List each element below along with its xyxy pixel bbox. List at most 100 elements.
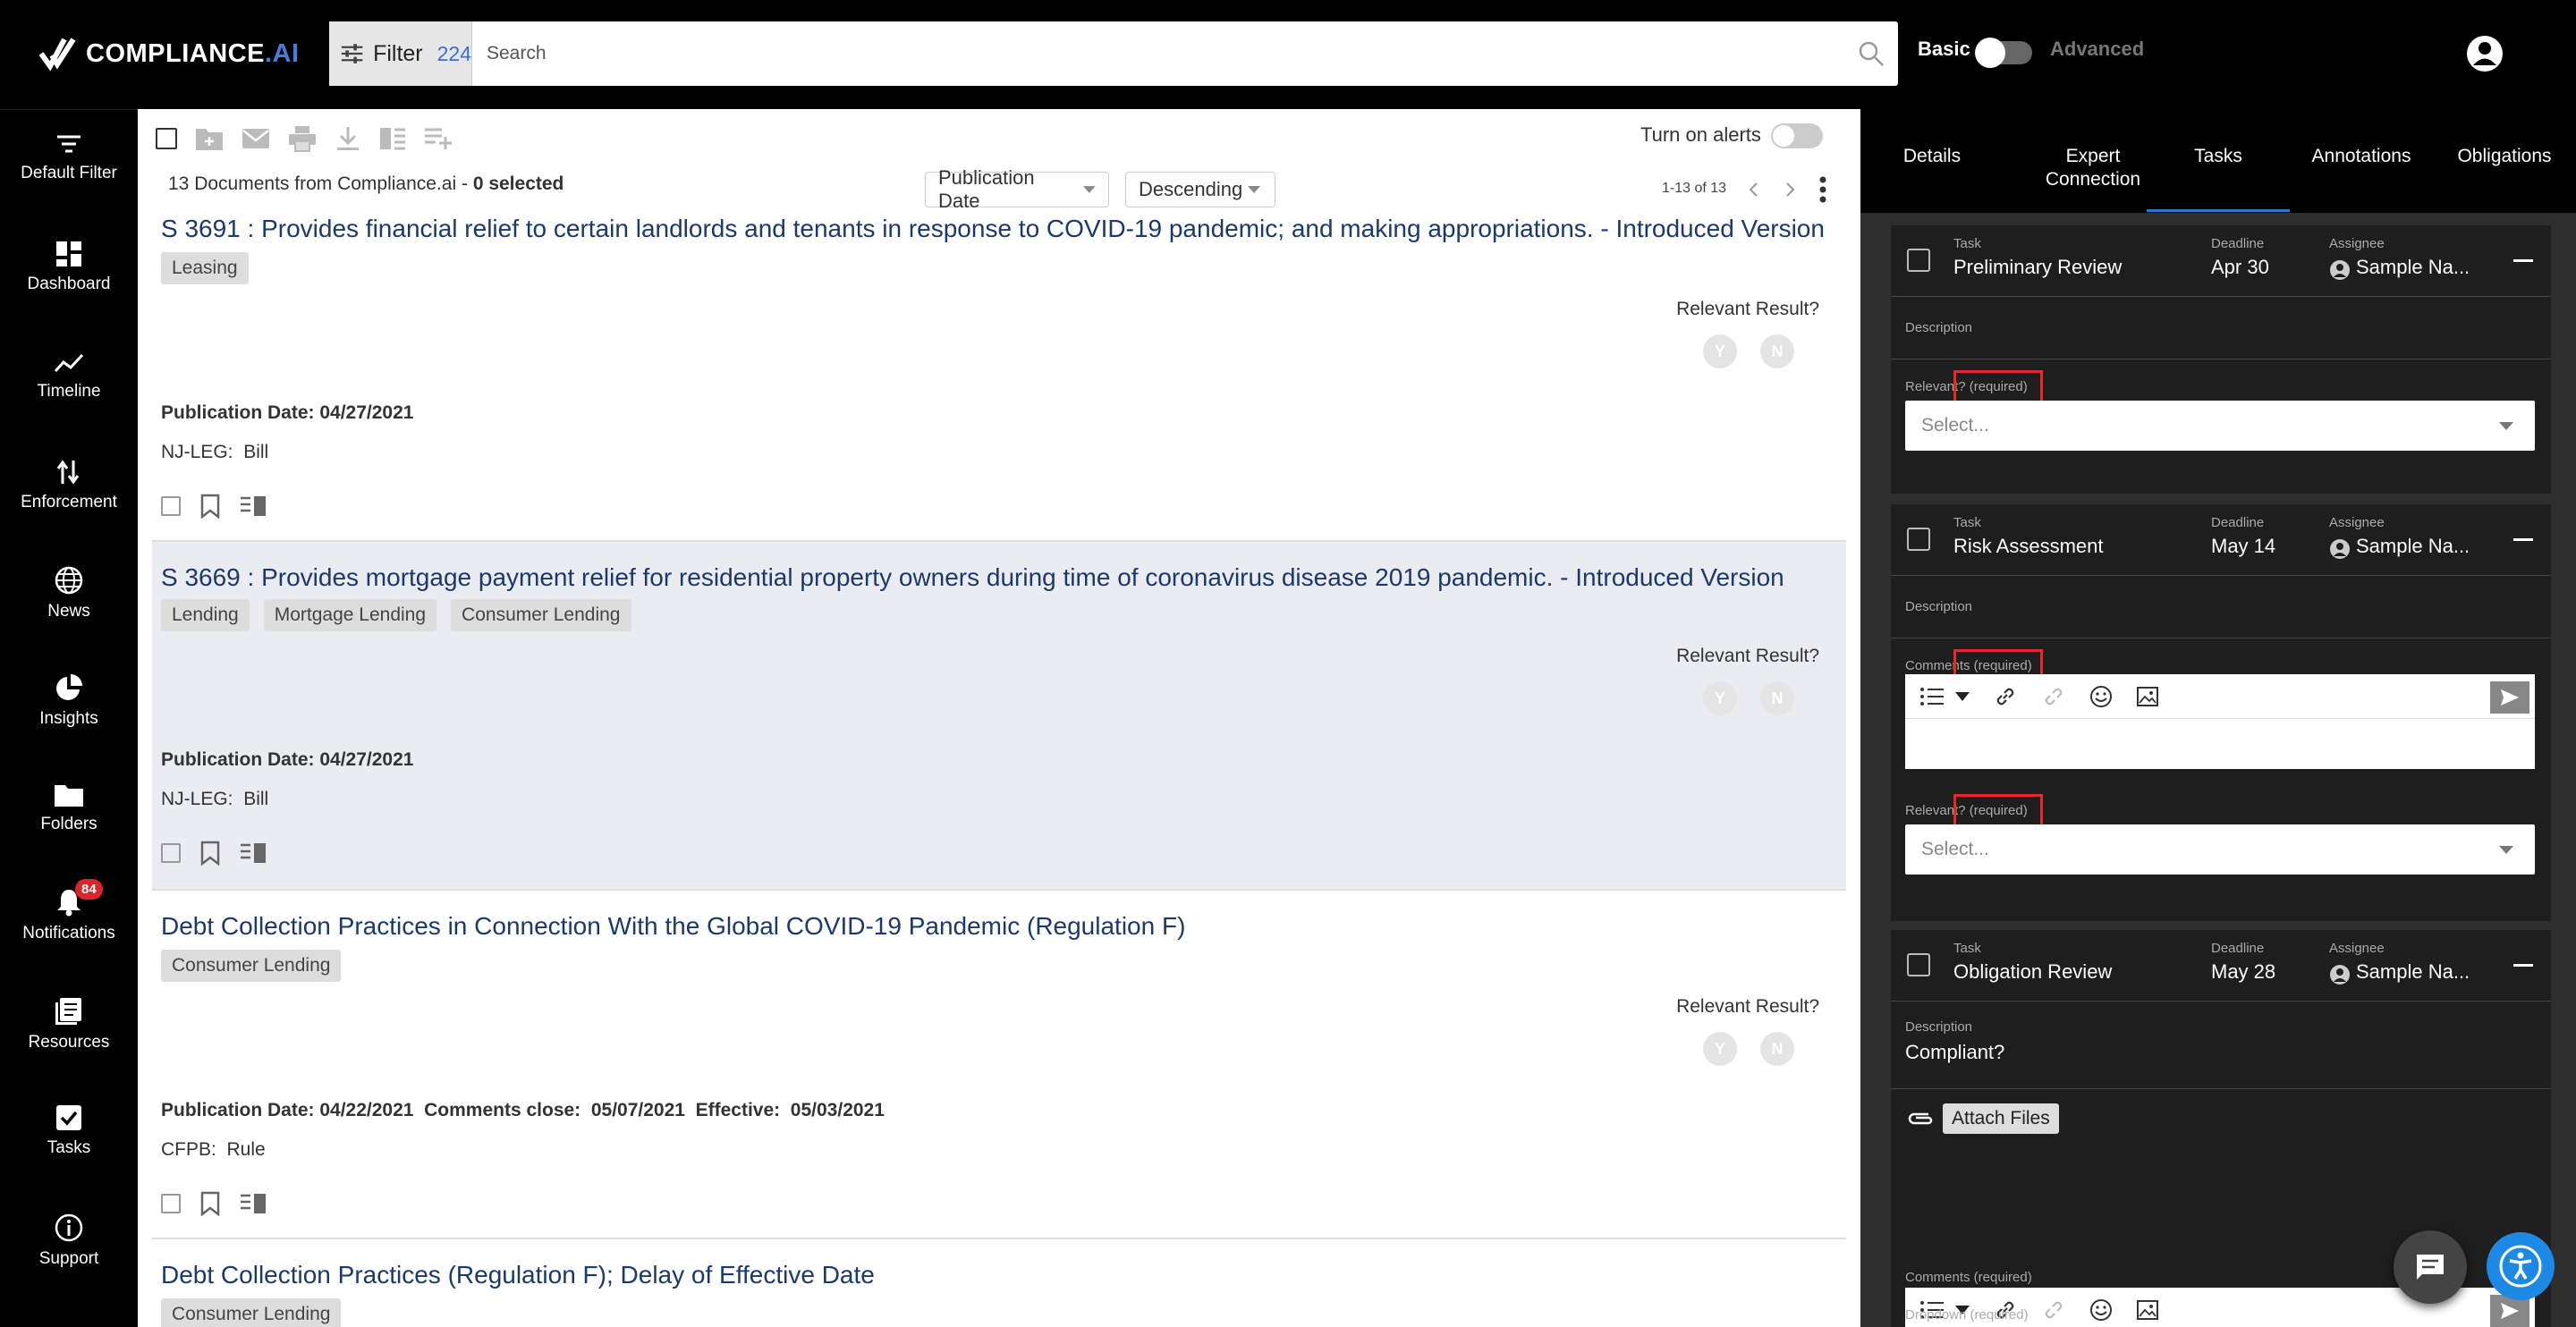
- assignee-avatar-icon: [2330, 260, 2350, 280]
- emoji-icon[interactable]: [2089, 685, 2113, 708]
- filter-button[interactable]: Filter 224: [329, 21, 472, 86]
- sidebar-item-enforcement[interactable]: Enforcement: [0, 459, 138, 512]
- emoji-icon[interactable]: [2089, 1298, 2113, 1322]
- sidebar-item-news[interactable]: News: [0, 566, 138, 621]
- comments-editor[interactable]: [1905, 674, 2535, 769]
- link-icon[interactable]: [1993, 684, 2018, 709]
- relevant-no-button[interactable]: N: [1760, 1032, 1794, 1066]
- relevant-select[interactable]: Select...: [1905, 401, 2535, 451]
- folder-add-icon[interactable]: [195, 126, 224, 151]
- sort-field-select[interactable]: Publication Date: [925, 166, 1109, 212]
- more-options-icon[interactable]: [1818, 175, 1828, 204]
- collapse-icon[interactable]: [2513, 259, 2533, 262]
- document-title[interactable]: Debt Collection Practices in Connection …: [161, 912, 1185, 941]
- topic-tag[interactable]: Mortgage Lending: [263, 599, 437, 631]
- mode-basic-label: Basic: [1918, 38, 1970, 60]
- sidebar-item-notifications[interactable]: 84 Notifications: [0, 879, 138, 943]
- send-button[interactable]: [2490, 681, 2529, 714]
- user-account-icon[interactable]: [2465, 34, 2504, 73]
- search-input[interactable]: [472, 21, 1844, 86]
- topic-tag[interactable]: Lending: [161, 599, 250, 631]
- sidebar-item-label: Support: [38, 1249, 99, 1268]
- topic-tag[interactable]: Leasing: [161, 252, 249, 284]
- bookmark-icon[interactable]: [200, 841, 220, 866]
- trend-icon: [0, 351, 138, 375]
- collapse-icon[interactable]: [2513, 538, 2533, 541]
- document-title[interactable]: S 3691 : Provides financial relief to ce…: [161, 215, 1825, 243]
- sort-field-value: Publication Date: [938, 166, 1035, 212]
- tab-annotations[interactable]: Annotations: [2290, 145, 2433, 168]
- chat-button[interactable]: [2394, 1230, 2467, 1304]
- unlink-icon[interactable]: [2041, 684, 2066, 709]
- task-checkbox[interactable]: [1907, 249, 1930, 272]
- alerts-toggle[interactable]: [1771, 123, 1823, 148]
- prev-page-icon[interactable]: [1748, 181, 1760, 199]
- task-checkbox[interactable]: [1907, 953, 1930, 976]
- source-agency: NJ-LEG:: [161, 789, 233, 809]
- compare-icon[interactable]: [379, 126, 406, 151]
- topic-tag[interactable]: Consumer Lending: [161, 1298, 342, 1327]
- select-all-checkbox[interactable]: [156, 128, 177, 149]
- tab-tasks[interactable]: Tasks: [2147, 145, 2290, 168]
- task-card: Task Preliminary Review Deadline Apr 30 …: [1891, 225, 2551, 494]
- send-icon: [2501, 689, 2519, 706]
- caret-down-icon[interactable]: [1955, 691, 1970, 701]
- logo[interactable]: COMPLIANCE .AI: [39, 36, 300, 72]
- bookmark-icon[interactable]: [200, 1191, 220, 1216]
- bookmark-icon[interactable]: [200, 494, 220, 519]
- tab-obligations[interactable]: Obligations: [2433, 145, 2576, 168]
- sort-order-select[interactable]: Descending: [1125, 172, 1275, 207]
- document-view-icon[interactable]: [240, 1193, 267, 1214]
- task-checkbox[interactable]: [1907, 528, 1930, 551]
- unlink-icon[interactable]: [2041, 1297, 2066, 1323]
- collapse-icon[interactable]: [2513, 964, 2533, 967]
- print-icon[interactable]: [288, 125, 317, 152]
- sidebar-item-insights[interactable]: Insights: [0, 673, 138, 729]
- relevant-yes-button[interactable]: Y: [1703, 334, 1737, 368]
- add-to-list-icon[interactable]: [424, 126, 453, 151]
- document-view-icon[interactable]: [240, 842, 267, 864]
- document-title[interactable]: Debt Collection Practices (Regulation F)…: [161, 1261, 875, 1289]
- document-checkbox[interactable]: [161, 496, 181, 516]
- image-icon[interactable]: [2136, 686, 2159, 707]
- sidebar-item-folders[interactable]: Folders: [0, 782, 138, 834]
- description-label: Description: [1905, 320, 1973, 335]
- assignee-label: Assignee: [2329, 515, 2385, 530]
- sidebar-item-support[interactable]: Support: [0, 1213, 138, 1269]
- topic-tag[interactable]: Consumer Lending: [451, 599, 631, 631]
- folder-icon: [0, 782, 138, 807]
- relevant-yes-button[interactable]: Y: [1703, 681, 1737, 715]
- next-page-icon[interactable]: [1784, 181, 1796, 199]
- document-checkbox[interactable]: [161, 1194, 181, 1213]
- relevant-yes-button[interactable]: Y: [1703, 1032, 1737, 1066]
- attach-files-button[interactable]: Attach Files: [1943, 1103, 2059, 1134]
- brand-name: COMPLIANCE: [86, 38, 265, 68]
- source-agency: NJ-LEG:: [161, 442, 233, 462]
- sidebar-item-tasks[interactable]: Tasks: [0, 1104, 138, 1158]
- sidebar-item-dashboard[interactable]: Dashboard: [0, 241, 138, 294]
- document-count: 13 Documents from Compliance.ai - 0 sele…: [168, 173, 564, 195]
- sidebar-item-resources[interactable]: Resources: [0, 997, 138, 1052]
- download-icon[interactable]: [335, 125, 361, 152]
- sidebar-item-label: News: [47, 602, 90, 621]
- tab-details[interactable]: Details: [1860, 145, 2004, 168]
- email-icon[interactable]: [242, 128, 270, 149]
- send-icon: [2501, 1303, 2519, 1319]
- document-title[interactable]: S 3669 : Provides mortgage payment relie…: [161, 563, 1784, 592]
- relevant-no-button[interactable]: N: [1760, 681, 1794, 715]
- document-item: S 3691 : Provides financial relief to ce…: [152, 213, 1846, 542]
- list-icon[interactable]: [1919, 687, 1945, 706]
- document-checkbox[interactable]: [161, 843, 181, 863]
- description-label: Description: [1905, 1019, 1973, 1035]
- relevant-no-button[interactable]: N: [1760, 334, 1794, 368]
- sidebar-item-default-filter[interactable]: Default Filter: [0, 133, 138, 183]
- image-icon[interactable]: [2136, 1299, 2159, 1321]
- tab-expert-connection[interactable]: Expert Connection: [2039, 145, 2147, 191]
- relevant-select[interactable]: Select...: [1905, 824, 2535, 875]
- document-view-icon[interactable]: [240, 495, 267, 517]
- sidebar-item-timeline[interactable]: Timeline: [0, 351, 138, 401]
- search-icon[interactable]: [1844, 40, 1898, 67]
- accessibility-button[interactable]: [2487, 1232, 2555, 1300]
- mode-toggle[interactable]: [1975, 38, 2032, 68]
- topic-tag[interactable]: Consumer Lending: [161, 950, 342, 982]
